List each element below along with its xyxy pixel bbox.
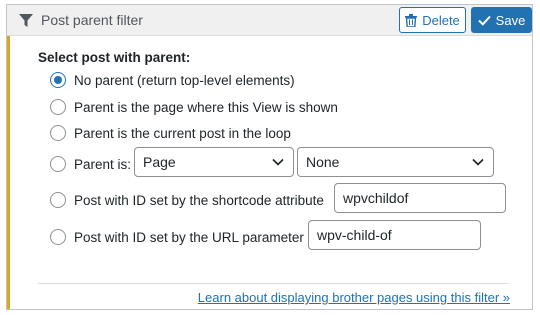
- radio-icon[interactable]: [50, 99, 66, 115]
- chevron-down-icon: [472, 158, 484, 166]
- option-label: No parent (return top-level elements): [74, 72, 295, 88]
- section-label: Select post with parent:: [38, 50, 191, 65]
- panel-body: Select post with parent: No parent (retu…: [7, 36, 532, 309]
- radio-icon[interactable]: [50, 156, 66, 172]
- panel-header: Post parent filter Delete Save: [7, 5, 532, 36]
- radio-icon[interactable]: [50, 192, 66, 208]
- parent-item-select[interactable]: None: [297, 147, 494, 177]
- option-label: Parent is:: [74, 156, 132, 172]
- radio-icon[interactable]: [50, 72, 66, 88]
- delete-button-label: Delete: [422, 12, 460, 28]
- shortcode-attribute-input[interactable]: wpvchildof: [334, 183, 506, 213]
- option-page-where-view-shown[interactable]: Parent is the page where this View is sh…: [50, 99, 338, 115]
- filter-icon: [19, 14, 33, 27]
- option-label: Post with ID set by the URL parameter: [74, 229, 304, 245]
- save-button[interactable]: Save: [471, 7, 532, 33]
- parent-type-select-value: Page: [143, 154, 176, 170]
- checkmark-icon: [477, 15, 491, 26]
- delete-button[interactable]: Delete: [399, 7, 466, 33]
- option-no-parent[interactable]: No parent (return top-level elements): [50, 72, 295, 88]
- option-label: Parent is the page where this View is sh…: [74, 99, 338, 115]
- option-label: Parent is the current post in the loop: [74, 125, 291, 141]
- learn-more-link[interactable]: Learn about displaying brother pages usi…: [198, 290, 510, 305]
- option-shortcode-attribute[interactable]: Post with ID set by the shortcode attrib…: [50, 192, 324, 208]
- save-button-label: Save: [495, 12, 526, 28]
- radio-icon[interactable]: [50, 125, 66, 141]
- url-parameter-input[interactable]: wpv-child-of: [308, 220, 481, 250]
- parent-item-select-value: None: [306, 154, 340, 170]
- url-parameter-value: wpv-child-of: [317, 227, 392, 243]
- option-label: Post with ID set by the shortcode attrib…: [74, 192, 324, 208]
- shortcode-attribute-value: wpvchildof: [343, 190, 409, 206]
- option-parent-is[interactable]: Parent is:: [50, 156, 131, 172]
- post-parent-filter-panel: Post parent filter Delete Save Select po…: [6, 4, 533, 310]
- option-url-parameter[interactable]: Post with ID set by the URL parameter: [50, 229, 304, 245]
- option-current-post-in-loop[interactable]: Parent is the current post in the loop: [50, 125, 291, 141]
- trash-icon: [405, 13, 418, 27]
- footer-divider: [38, 283, 508, 284]
- panel-title: Post parent filter: [41, 12, 143, 28]
- parent-type-select[interactable]: Page: [134, 147, 294, 177]
- radio-icon[interactable]: [50, 229, 66, 245]
- chevron-down-icon: [272, 158, 284, 166]
